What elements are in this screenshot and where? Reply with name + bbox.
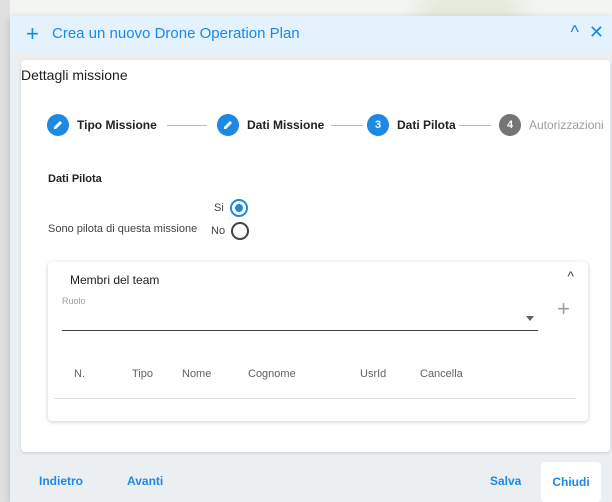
column-header: Tipo bbox=[132, 368, 153, 380]
radio-label: Si bbox=[214, 202, 224, 214]
team-members-panel: Membri del team ^ Ruolo + N. Tipo Nome C… bbox=[48, 262, 588, 421]
save-button[interactable]: Salva bbox=[490, 474, 521, 488]
pencil-icon bbox=[217, 114, 239, 136]
pilot-section-title: Dati Pilota bbox=[48, 173, 102, 185]
step-label: Dati Missione bbox=[247, 118, 325, 132]
close-button[interactable]: Chiudi bbox=[541, 462, 601, 502]
step-connector bbox=[167, 125, 207, 126]
radio-option-si[interactable]: Si bbox=[214, 199, 248, 217]
team-title: Membri del team bbox=[70, 273, 160, 287]
radio-label: No bbox=[211, 225, 226, 237]
role-label: Ruolo bbox=[62, 296, 86, 306]
table-divider bbox=[54, 398, 576, 399]
step-dati-pilota[interactable]: 3 Dati Pilota bbox=[367, 114, 456, 136]
radio-option-no[interactable]: No bbox=[211, 222, 250, 240]
step-label: Autorizzazioni bbox=[529, 118, 604, 132]
card-title: Dettagli missione bbox=[21, 67, 128, 83]
plus-icon: + bbox=[26, 20, 39, 46]
column-header: N. bbox=[74, 368, 85, 380]
stepper: Tipo Missione Dati Missione 3 Dati Pilot… bbox=[47, 114, 607, 138]
pencil-icon bbox=[47, 114, 69, 136]
step-autorizzazioni[interactable]: 4 Autorizzazioni bbox=[499, 114, 604, 136]
step-tipo-missione[interactable]: Tipo Missione bbox=[47, 114, 157, 136]
step-number: 4 bbox=[499, 114, 521, 136]
step-dati-missione[interactable]: Dati Missione bbox=[217, 114, 324, 136]
dialog-title: Crea un nuovo Drone Operation Plan bbox=[52, 25, 300, 42]
step-label: Dati Pilota bbox=[397, 118, 456, 132]
dropdown-arrow-icon[interactable] bbox=[526, 316, 534, 321]
close-dialog-icon[interactable]: ✕ bbox=[589, 22, 604, 43]
add-member-icon[interactable]: + bbox=[557, 296, 570, 322]
role-underline bbox=[62, 330, 538, 331]
column-header: Nome bbox=[182, 368, 212, 380]
role-select[interactable] bbox=[62, 308, 538, 330]
back-button[interactable]: Indietro bbox=[39, 474, 83, 488]
step-number: 3 bbox=[367, 114, 389, 136]
column-header: Cognome bbox=[248, 368, 296, 380]
column-header: Cancella bbox=[420, 368, 463, 380]
dialog-footer: Indietro Avanti Salva Chiudi bbox=[10, 462, 612, 502]
radio-button[interactable] bbox=[231, 222, 250, 240]
pilot-question: Sono pilota di questa missione bbox=[48, 223, 198, 235]
collapse-dialog-icon[interactable]: ^ bbox=[570, 22, 578, 43]
next-button[interactable]: Avanti bbox=[127, 474, 163, 488]
column-header: UsrId bbox=[360, 368, 387, 380]
drone-plan-dialog: + Crea un nuovo Drone Operation Plan ^ ✕… bbox=[10, 16, 612, 502]
radio-button[interactable] bbox=[229, 199, 248, 217]
chevron-up-icon[interactable]: ^ bbox=[567, 268, 574, 284]
step-connector bbox=[459, 125, 491, 126]
side-strip bbox=[0, 0, 10, 502]
step-connector bbox=[331, 125, 363, 126]
dialog-titlebar: + Crea un nuovo Drone Operation Plan ^ ✕ bbox=[10, 16, 612, 51]
step-label: Tipo Missione bbox=[77, 118, 157, 132]
